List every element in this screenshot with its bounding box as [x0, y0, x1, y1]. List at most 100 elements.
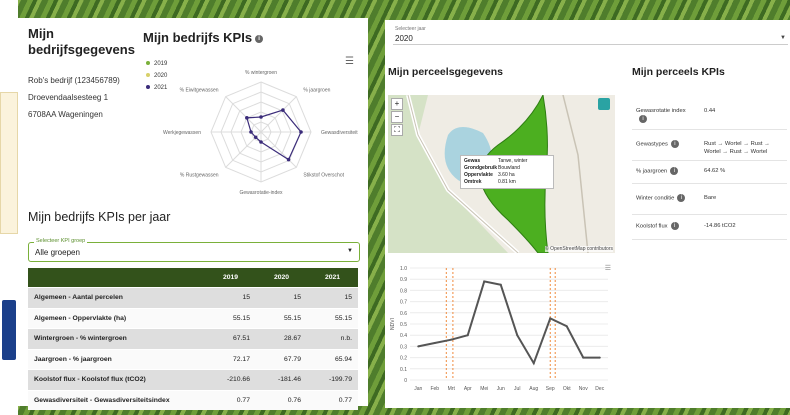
per-year-title: Mijn bedrijfs KPIs per jaar: [28, 210, 171, 224]
ndvi-point[interactable]: [417, 345, 420, 348]
fullscreen-button[interactable]: ⛶: [391, 124, 403, 136]
ndvi-point[interactable]: [549, 317, 552, 320]
info-icon[interactable]: i: [639, 115, 647, 123]
kpi-value-cell: 15: [256, 287, 307, 308]
y-tick-label: 0.4: [400, 333, 407, 339]
radar-chart: % wintergroen % jaargroen Gewasdiversiteit…: [163, 70, 358, 196]
layers-icon[interactable]: [598, 98, 610, 110]
chart-menu-icon[interactable]: ☰: [605, 264, 611, 272]
year-select[interactable]: Selecteer jaar 2020 ▼: [393, 26, 788, 45]
kpi-value-cell: 28.67: [256, 328, 307, 349]
ndvi-point[interactable]: [466, 334, 469, 337]
ndvi-point[interactable]: [483, 280, 486, 283]
table-row: Wintergroen - % wintergroen 67.51 28.67 n.b…: [28, 328, 358, 349]
x-tick-label: Jul: [514, 386, 520, 392]
parcel-map[interactable]: + − ⛶ Gewas Tarwe, winter GrondgebruikBouw…: [388, 95, 615, 253]
year-select-value: 2020: [395, 34, 413, 43]
parcel-panel: Selecteer jaar 2020 ▼ Mijn perceelsgegev…: [385, 20, 790, 408]
y-tick-label: 0.7: [400, 300, 407, 306]
x-tick-label: Apr: [464, 386, 472, 392]
ndvi-point[interactable]: [582, 356, 585, 359]
radar-axis-label: % jaargroen: [303, 88, 330, 94]
x-tick-label: Mrt: [448, 386, 456, 392]
popup-value: 3.60 ha: [498, 172, 515, 178]
popup-row: Omtrek 0.81 km: [464, 179, 550, 186]
ndvi-point[interactable]: [433, 342, 436, 345]
y-tick-label: 1.0: [400, 266, 407, 272]
ndvi-point[interactable]: [450, 338, 453, 341]
zoom-controls: + − ⛶: [391, 98, 403, 137]
info-icon[interactable]: i: [255, 34, 264, 43]
info-icon[interactable]: i: [670, 167, 679, 175]
parcel-kpi-value: 64.62 %: [704, 168, 726, 174]
radar-point[interactable]: [259, 115, 263, 119]
kpi-value-cell: 0.77: [307, 389, 358, 410]
radar-point[interactable]: [249, 130, 253, 134]
radar-point[interactable]: [245, 116, 249, 120]
y-tick-label: 0.9: [400, 277, 407, 283]
parcel-kpi-value: Rust → Wortel → Rust → Wortel → Rust → W…: [704, 141, 770, 155]
radar-point[interactable]: [281, 108, 285, 112]
kpi-name-cell: Gewasdiversiteit - Gewasdiversiteitsinde…: [28, 389, 205, 410]
company-info: Rob's bedrijf (123456789) Droevendaalses…: [28, 72, 120, 123]
kpi-group-select[interactable]: Selecteer KPI groep Alle groepen ▼: [28, 238, 360, 262]
kpi-title: Mijn bedrijfs KPIs i: [143, 30, 264, 45]
kpi-value-cell: 0.77: [205, 389, 256, 410]
table-row: Algemeen - Aantal percelen 15 15 15: [28, 287, 358, 308]
info-icon[interactable]: i: [670, 140, 679, 148]
left-edge-strip: [0, 0, 18, 415]
ndvi-point[interactable]: [565, 325, 568, 328]
zoom-out-button[interactable]: −: [391, 111, 403, 123]
radar-point[interactable]: [253, 135, 258, 140]
popup-row: Gewas Tarwe, winter: [464, 158, 550, 165]
ndvi-point[interactable]: [598, 356, 601, 359]
chevron-down-icon: ▼: [347, 248, 353, 254]
ndvi-point[interactable]: [516, 334, 519, 337]
radar-axis-label: % Werkjegewassen: [163, 130, 201, 136]
y-axis-label: NDVI: [390, 318, 396, 330]
table-row: Koolstof flux - Koolstof flux (tCO2) -210…: [28, 369, 358, 390]
kpi-name-cell: Wintergroen - % wintergroen: [28, 328, 205, 349]
radar-point[interactable]: [286, 157, 291, 162]
y-tick-label: 0.5: [400, 322, 407, 328]
popup-key: Oppervlakte: [464, 172, 493, 178]
table-header-cell: [28, 268, 205, 288]
kpi-value-cell: 55.15: [205, 307, 256, 329]
year-select-label: Selecteer jaar: [395, 26, 426, 32]
x-tick-label: Nov: [579, 386, 588, 392]
radar-axis-label: % Rustgewassen: [180, 172, 219, 178]
parcel-kpi-name: % jaargroen i: [636, 167, 694, 176]
kpi-value-cell: 67.51: [205, 328, 256, 349]
kpi-title-text: Mijn bedrijfs KPIs: [143, 30, 253, 45]
info-icon[interactable]: i: [670, 222, 679, 230]
radar-point[interactable]: [259, 140, 263, 144]
info-icon[interactable]: i: [677, 194, 686, 202]
parcel-kpi-value: -14.86 tCO2: [704, 223, 736, 229]
kpi-group-select-value: Alle groepen: [35, 248, 80, 257]
kpi-value-cell: 15: [205, 287, 256, 308]
radar-point[interactable]: [299, 130, 303, 134]
kpi-value-cell: 65.94: [307, 348, 358, 370]
y-tick-label: 0: [404, 378, 407, 384]
parcel-popup: Gewas Tarwe, winter GrondgebruikBouwland Op…: [460, 155, 554, 189]
kpi-name-cell: Algemeen - Aantal percelen: [28, 287, 205, 308]
x-tick-label: Jan: [414, 386, 422, 392]
x-tick-label: Mei: [480, 386, 488, 392]
x-tick-label: Okt: [563, 386, 571, 392]
popup-key: Gewas: [464, 158, 481, 164]
popup-key: Grondgebruik: [464, 165, 498, 171]
y-tick-label: 0.8: [400, 288, 407, 294]
kpi-table: 2019 2020 2021 Algemeen - Aantal percelen 1…: [28, 268, 358, 410]
ndvi-point[interactable]: [532, 362, 535, 365]
ndvi-line: [418, 280, 600, 366]
parcel-kpi-row: Koolstof flux i -14.86 tCO2: [632, 215, 787, 240]
company-panel: Mijn bedrijfsgegevens Rob's bedrijf (123…: [18, 18, 368, 410]
ndvi-point[interactable]: [499, 283, 502, 286]
zoom-in-button[interactable]: +: [391, 98, 403, 110]
parcel-kpi-list: Gewasrotatie indexi 0.44 Gewastypes i Rust →…: [632, 95, 787, 240]
kpi-value-cell: -210.66: [205, 369, 256, 390]
table-row: Gewasdiversiteit - Gewasdiversiteitsinde…: [28, 389, 358, 410]
map-attribution[interactable]: © OpenStreetMap contributors: [545, 246, 613, 252]
radar-axis-label: Gewasdiversiteit: [321, 130, 358, 136]
chevron-down-icon: ▼: [780, 35, 786, 41]
